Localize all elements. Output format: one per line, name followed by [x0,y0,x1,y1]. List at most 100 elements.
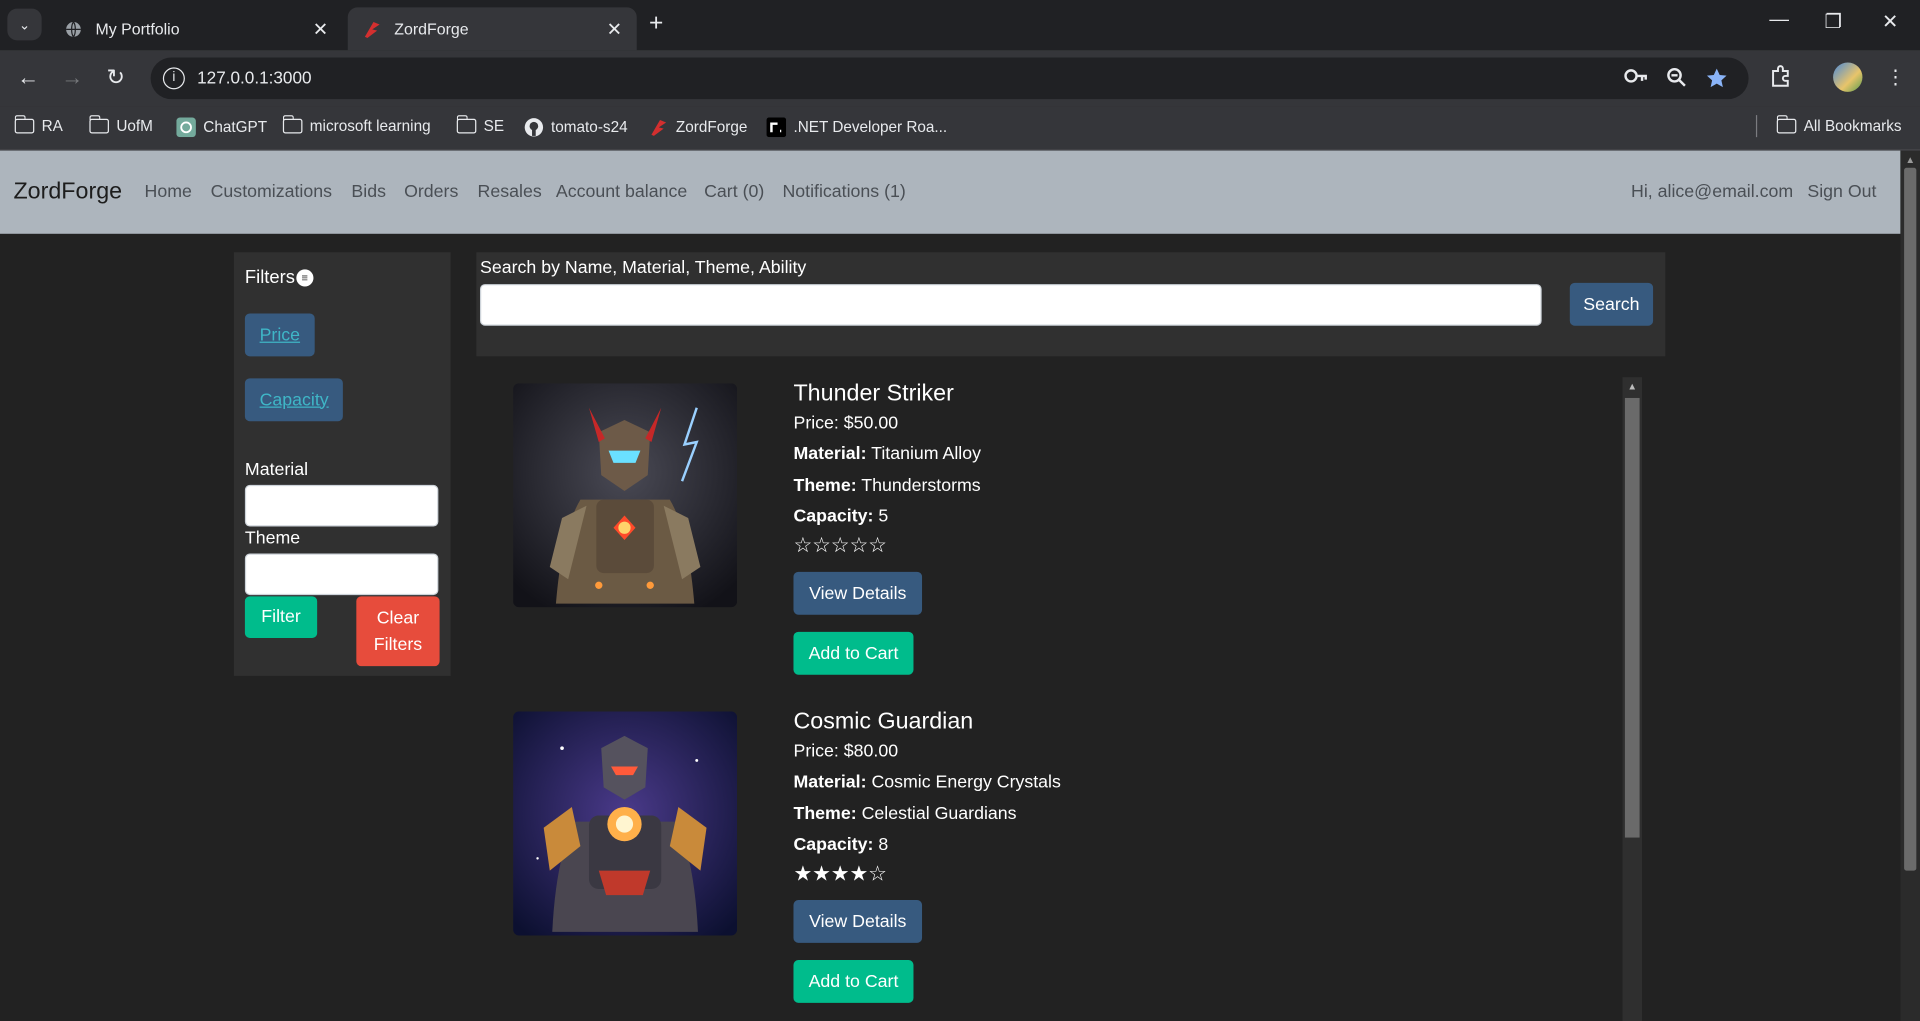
bookmark-tomato-s24[interactable]: tomato-s24 [524,118,628,138]
product-card: Thunder Striker Price: $50.00 Material: … [476,377,1615,705]
theme-input[interactable] [244,553,439,596]
scroll-up-icon[interactable]: ▲ [1905,154,1915,165]
material-label: Material [244,460,309,481]
product-image [513,711,738,936]
clear-filters-button[interactable]: Clear Filters [356,596,440,667]
product-price: Price: $80.00 [793,742,899,762]
address-bar[interactable]: i 127.0.0.1:3000 [150,57,1749,100]
app-navbar: ZordForge Home Customizations Bids Order… [0,150,1901,234]
add-to-cart-button[interactable]: Add to Cart [793,960,914,1003]
tab-search-button[interactable]: ⌄ [7,8,42,41]
user-greeting: Hi, alice@email.com [1631,182,1794,203]
bookmark-label: SE [483,117,505,135]
close-window-icon[interactable]: ✕ [1882,10,1898,34]
key-icon[interactable] [1624,67,1648,89]
page-scrollbar[interactable]: ▲ [1900,150,1920,1021]
all-bookmarks[interactable]: All Bookmarks [1776,115,1902,135]
product-list: Thunder Striker Price: $50.00 Material: … [476,377,1645,1021]
product-material: Material: Cosmic Energy Crystals [793,772,1061,793]
bookmark-label: ZordForge [675,118,748,136]
browser-tab-strip: ⌄ My Portfolio ✕ ZordForge ✕ + — ❐ ✕ [0,0,1920,51]
product-theme: Theme: Thunderstorms [793,476,981,496]
close-icon[interactable]: ✕ [607,18,622,40]
search-button[interactable]: Search [1569,282,1654,326]
restore-icon[interactable]: ❐ [1825,10,1843,34]
capacity-filter-toggle[interactable]: Capacity [244,378,344,422]
site-info-icon[interactable]: i [162,67,185,90]
product-theme: Theme: Celestial Guardians [793,804,1017,825]
sign-out-link[interactable]: Sign Out [1807,182,1876,202]
scroll-up-icon[interactable]: ▲ [1627,381,1637,392]
bookmark-label: UofM [116,117,153,135]
scrollbar-thumb[interactable] [1624,397,1640,838]
nav-link-home[interactable]: Home [144,182,191,202]
zordforge-logo-icon [649,118,669,138]
close-icon[interactable]: ✕ [313,18,328,40]
theme-label: Theme [244,528,301,549]
nav-link-customizations[interactable]: Customizations [211,182,332,202]
reload-icon[interactable]: ↻ [107,65,125,91]
scrollbar-thumb[interactable] [1904,167,1917,871]
profile-avatar[interactable] [1833,62,1863,92]
star-rating: ★★★★☆ [793,862,887,886]
star-rating: ☆☆☆☆☆ [793,533,887,558]
search-label: Search by Name, Material, Theme, Ability [480,258,807,278]
nav-link-bids[interactable]: Bids [351,182,386,202]
nav-link-notifications[interactable]: Notifications (1) [782,182,905,202]
product-name[interactable]: Cosmic Guardian [793,709,973,736]
filter-button[interactable]: Filter [244,596,318,638]
new-tab-icon[interactable]: + [649,10,663,38]
back-icon[interactable]: ← [17,65,39,91]
bookmarks-bar: RA UofM ChatGPT microsoft learning SE to… [0,106,1920,151]
add-to-cart-button[interactable]: Add to Cart [793,631,914,675]
nav-link-cart[interactable]: Cart (0) [704,182,764,202]
folder-icon [1776,115,1797,134]
view-details-button[interactable]: View Details [793,900,923,943]
star-icon[interactable] [1706,67,1728,94]
search-input[interactable] [480,284,1542,326]
bookmarks-divider [1755,115,1758,138]
nav-link-orders[interactable]: Orders [404,182,458,202]
bookmark-ra[interactable]: RA [14,115,63,135]
main-content: Filters ≡ Price Capacity Material Theme … [0,233,1901,1021]
bookmark-se[interactable]: SE [456,115,505,135]
bookmark-net-developer-roadmap[interactable]: .NET Developer Roa... [766,117,948,138]
bookmark-microsoft-learning[interactable]: microsoft learning [282,115,431,135]
tab-my-portfolio[interactable]: My Portfolio ✕ [49,7,343,50]
view-details-button[interactable]: View Details [793,571,923,615]
extensions-icon[interactable] [1769,65,1791,93]
menu-icon[interactable]: ⋮ [1886,65,1906,89]
folder-icon [282,115,303,134]
bookmark-label: .NET Developer Roa... [793,118,948,136]
url-text: 127.0.0.1:3000 [197,67,312,87]
bookmark-chatgpt[interactable]: ChatGPT [176,117,267,138]
forward-icon[interactable]: → [61,65,83,91]
brand-logo[interactable]: ZordForge [13,179,122,206]
tab-zordforge[interactable]: ZordForge ✕ [347,7,637,51]
price-filter-toggle[interactable]: Price [244,313,315,357]
globe-icon [64,19,84,39]
filters-panel: Filters ≡ Price Capacity Material Theme … [233,252,451,676]
zoom-icon[interactable] [1667,67,1687,91]
filters-title-text: Filters [244,266,295,288]
nav-link-resales[interactable]: Resales [478,182,542,202]
product-material: Material: Titanium Alloy [793,444,981,465]
product-price: Price: $50.00 [793,413,899,434]
roadmap-icon [766,117,787,138]
product-list-scrollbar[interactable]: ▲ [1622,377,1643,1021]
bookmark-uofm[interactable]: UofM [88,115,153,135]
bookmark-label: RA [41,117,63,135]
bookmark-zordforge[interactable]: ZordForge [649,118,747,138]
folder-icon [456,115,477,134]
folder-icon [14,115,35,134]
nav-link-account-balance[interactable]: Account balance [556,182,687,202]
clear-filters-label: Clear Filters [373,607,423,655]
material-input[interactable] [244,484,439,527]
minimize-icon[interactable]: — [1769,10,1789,32]
browser-toolbar: ← → ↻ i 127.0.0.1:3000 ⋮ [0,50,1920,107]
search-panel: Search by Name, Material, Theme, Ability… [476,252,1666,357]
product-capacity: Capacity: 8 [793,835,889,855]
filter-icon: ≡ [296,268,314,286]
product-name[interactable]: Thunder Striker [793,381,953,408]
folder-icon [88,115,109,134]
